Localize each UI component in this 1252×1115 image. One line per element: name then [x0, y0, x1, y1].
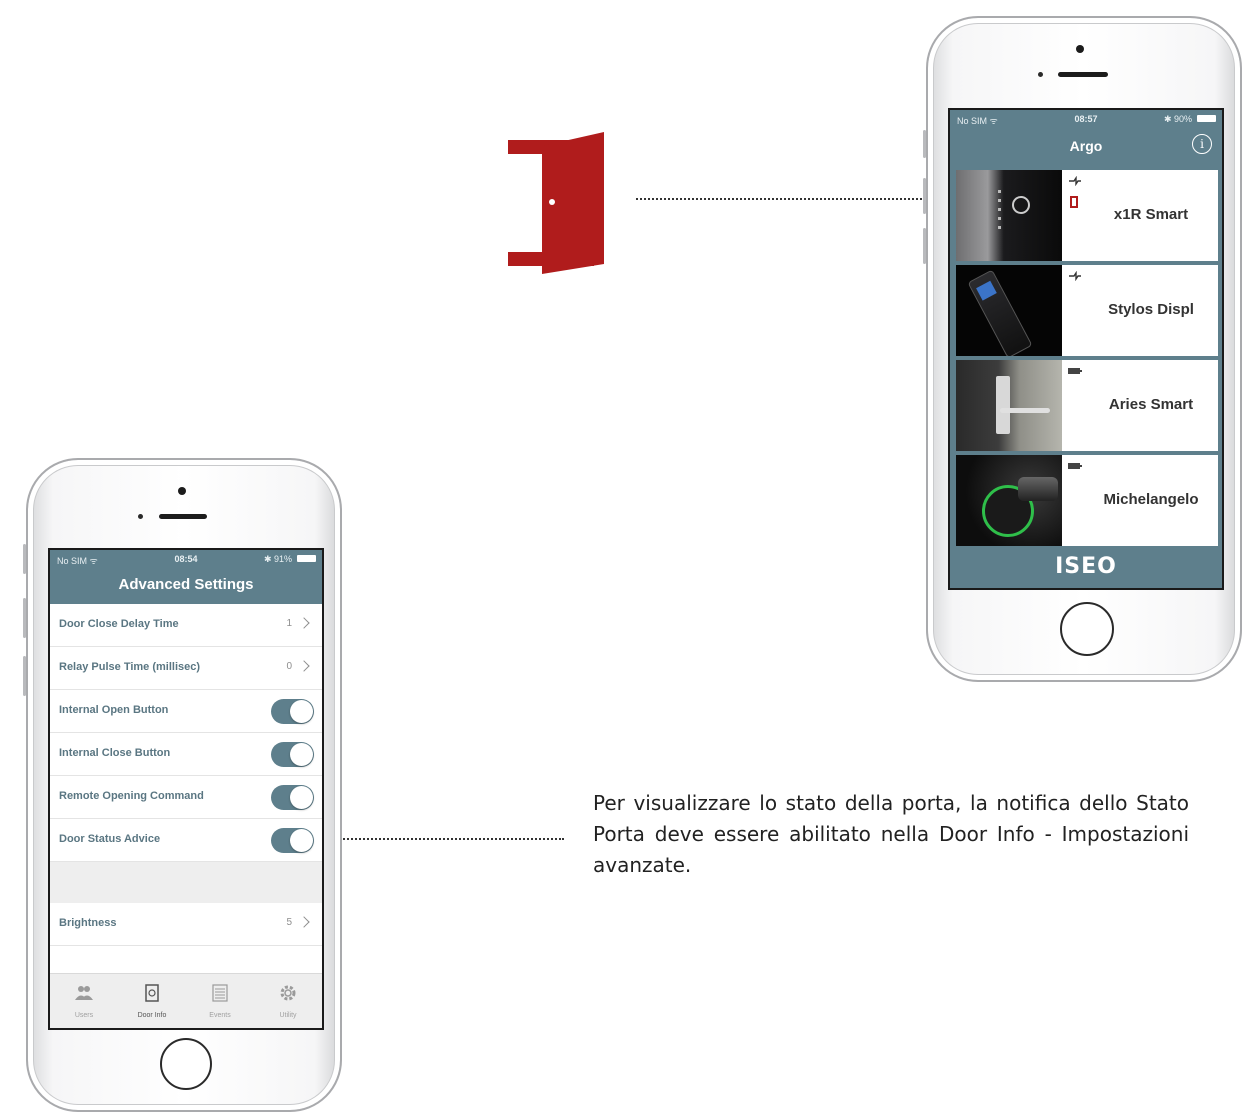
toggle-knob	[290, 700, 313, 723]
setting-internal-open-button: Internal Open Button	[50, 690, 322, 733]
status-bar: No SIM ᯤ 08:57 ✱ 90%	[950, 110, 1222, 128]
door-status-icon	[1070, 196, 1078, 208]
device-thumbnail	[956, 265, 1062, 356]
users-icon	[75, 986, 93, 1000]
battery-icon	[1068, 463, 1082, 469]
setting-value: 5	[286, 917, 292, 928]
brand-footer: ISEO	[950, 546, 1222, 588]
volume-down-button	[23, 656, 26, 696]
battery-icon	[1197, 115, 1216, 122]
phone-right: No SIM ᯤ 08:57 ✱ 90% Argo i x1R Smart St…	[923, 16, 1242, 682]
setting-label: Internal Close Button	[59, 747, 171, 759]
page-title: Argo	[1069, 138, 1103, 154]
events-icon	[212, 984, 228, 1002]
door-info-icon	[145, 984, 159, 1002]
device-card: Michelangelo	[956, 455, 1218, 546]
device-card: x1R Smart	[956, 170, 1218, 261]
device-name: Aries Smart	[1108, 396, 1194, 413]
setting-door-status-advice: Door Status Advice	[50, 819, 322, 862]
setting-door-close-delay[interactable]: Door Close Delay Time 1	[50, 604, 322, 647]
door-open-icon	[508, 132, 604, 274]
toggle-knob	[290, 829, 313, 852]
setting-label: Door Close Delay Time	[59, 618, 179, 630]
tab-users[interactable]: Users	[50, 974, 118, 1028]
tab-label: Users	[74, 1012, 94, 1019]
earpiece-speaker	[159, 514, 207, 519]
device-row-michelangelo[interactable]: Michelangelo	[950, 451, 1222, 546]
navigation-bar: No SIM ᯤ 08:57 ✱ 90% Argo i	[950, 110, 1222, 166]
silent-switch	[23, 544, 26, 574]
front-camera	[178, 487, 186, 495]
remote-opening-toggle[interactable]	[271, 785, 314, 810]
section-gap	[50, 862, 322, 903]
screen-advanced-settings: No SIM ᯤ 08:54 ✱ 91% Advanced Settings D…	[48, 548, 324, 1030]
tab-utility[interactable]: Utility	[254, 974, 322, 1028]
setting-value: 1	[286, 618, 292, 629]
volume-up-button	[23, 598, 26, 638]
setting-label: Relay Pulse Time (millisec)	[59, 661, 201, 673]
plug-icon	[1069, 271, 1081, 281]
setting-label: Door Status Advice	[59, 833, 161, 845]
device-card: Stylos Displ	[956, 265, 1218, 356]
gear-icon	[280, 985, 296, 1001]
device-list: x1R Smart Stylos Displ Aries Smart Miche…	[950, 166, 1222, 546]
tab-label: Events	[209, 1012, 231, 1019]
tab-label: Door Info	[137, 1012, 167, 1019]
device-row-x1r-smart[interactable]: x1R Smart	[950, 166, 1222, 261]
status-bar: No SIM ᯤ 08:54 ✱ 91%	[50, 550, 322, 568]
device-row-stylos-displ[interactable]: Stylos Displ	[950, 261, 1222, 356]
setting-label: Remote Opening Command	[59, 790, 204, 802]
tab-door-info[interactable]: Door Info	[118, 974, 186, 1028]
screen-device-list: No SIM ᯤ 08:57 ✱ 90% Argo i x1R Smart St…	[948, 108, 1224, 590]
setting-label: Internal Open Button	[59, 704, 169, 716]
settings-list: Door Close Delay Time 1 Relay Pulse Time…	[50, 604, 322, 946]
iseo-logo: ISEO	[1055, 554, 1117, 579]
device-name: Michelangelo	[1103, 491, 1199, 508]
connector-line-caption	[316, 838, 564, 840]
device-thumbnail	[956, 170, 1062, 261]
setting-value: 0	[286, 661, 292, 672]
proximity-sensor	[1038, 72, 1043, 77]
battery-label: ✱ 91%	[263, 554, 292, 564]
home-button[interactable]	[1060, 602, 1114, 656]
tab-label: Utility	[279, 1012, 297, 1019]
plug-icon	[1069, 176, 1081, 186]
phone-left: No SIM ᯤ 08:54 ✱ 91% Advanced Settings D…	[23, 458, 342, 1112]
device-name: x1R Smart	[1113, 206, 1189, 223]
setting-internal-close-button: Internal Close Button	[50, 733, 322, 776]
setting-relay-pulse-time[interactable]: Relay Pulse Time (millisec) 0	[50, 647, 322, 690]
volume-down-button	[923, 228, 926, 264]
device-name: Stylos Displ	[1108, 301, 1194, 318]
proximity-sensor	[138, 514, 143, 519]
page-title: Advanced Settings	[118, 576, 254, 593]
battery-label: ✱ 90%	[1163, 114, 1192, 124]
setting-label: Brightness	[59, 917, 117, 929]
setting-remote-opening-command: Remote Opening Command	[50, 776, 322, 819]
chevron-right-icon	[298, 617, 310, 629]
internal-close-toggle[interactable]	[271, 742, 314, 767]
battery-icon	[297, 555, 316, 562]
earpiece-speaker	[1058, 72, 1108, 77]
battery-icon	[1068, 368, 1082, 374]
internal-open-toggle[interactable]	[271, 699, 314, 724]
home-button[interactable]	[160, 1038, 212, 1090]
device-card: Aries Smart	[956, 360, 1218, 451]
chevron-right-icon	[298, 916, 310, 928]
tab-events[interactable]: Events	[186, 974, 254, 1028]
setting-brightness[interactable]: Brightness 5	[50, 903, 322, 946]
device-thumbnail	[956, 360, 1062, 451]
caption-text: Per visualizzare lo stato della porta, l…	[593, 791, 1189, 877]
device-thumbnail	[956, 455, 1062, 546]
volume-up-button	[923, 178, 926, 214]
front-camera	[1076, 45, 1084, 53]
door-status-advice-toggle[interactable]	[271, 828, 314, 853]
toggle-knob	[290, 743, 313, 766]
toggle-knob	[290, 786, 313, 809]
device-row-aries-smart[interactable]: Aries Smart	[950, 356, 1222, 451]
tab-bar: Users Door Info Events Utility	[50, 973, 322, 1028]
navigation-bar: No SIM ᯤ 08:54 ✱ 91% Advanced Settings	[50, 550, 322, 604]
silent-switch	[923, 130, 926, 158]
info-icon[interactable]: i	[1192, 134, 1212, 154]
chevron-right-icon	[298, 660, 310, 672]
